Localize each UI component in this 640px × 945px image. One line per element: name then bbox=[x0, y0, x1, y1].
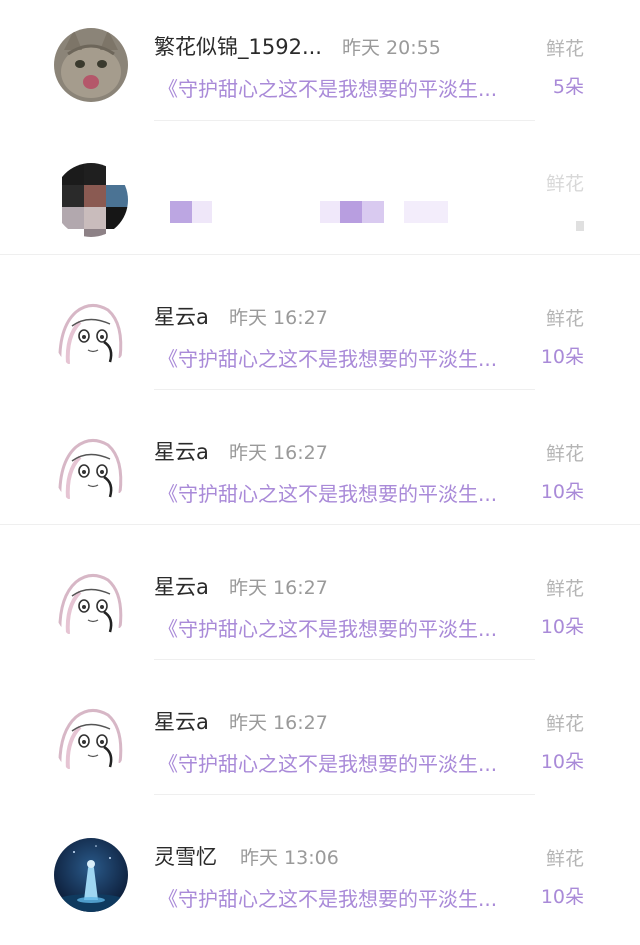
list-item[interactable]: 星云a 昨天 16:27 鲜花 《守护甜心之这不是我想要的平淡生... 10朵 bbox=[0, 540, 640, 675]
gift-count: 5朵 bbox=[552, 76, 584, 98]
timestamp: 昨天 13:06 bbox=[240, 847, 339, 869]
divider bbox=[154, 659, 535, 660]
list-item[interactable]: 星云a 昨天 16:27 鲜花 《守护甜心之这不是我想要的平淡生... 10朵 bbox=[0, 675, 640, 810]
sender-name: 星云a bbox=[154, 710, 209, 734]
pixelated-avatar-icon[interactable] bbox=[54, 163, 128, 237]
anime-girl-avatar-icon[interactable] bbox=[54, 298, 128, 372]
night-scene-avatar-icon[interactable] bbox=[54, 838, 128, 912]
gift-count: 10朵 bbox=[540, 481, 584, 503]
divider bbox=[0, 524, 640, 525]
list-item[interactable]: 星云a 昨天 16:27 鲜花 《守护甜心之这不是我想要的平淡生... 10朵 bbox=[0, 405, 640, 540]
gift-count: 10朵 bbox=[540, 346, 584, 368]
timestamp: 昨天 16:27 bbox=[229, 442, 328, 464]
anime-girl-avatar-icon[interactable] bbox=[54, 703, 128, 777]
gift-count: 10朵 bbox=[540, 751, 584, 773]
gift-record-list: 繁花似锦_1592... 昨天 20:55 鲜花 《守护甜心之这不是我想要的平淡… bbox=[0, 0, 640, 927]
gift-type: 鲜花 bbox=[545, 713, 584, 735]
list-item[interactable]: 灵雪忆 昨天 13:06 鲜花 《守护甜心之这不是我想要的平淡生... 10朵 bbox=[0, 810, 640, 945]
divider bbox=[154, 389, 535, 390]
anime-girl-avatar-icon[interactable] bbox=[54, 433, 128, 507]
divider bbox=[154, 794, 535, 795]
list-item[interactable]: 繁花似锦_1592... 昨天 20:55 鲜花 《守护甜心之这不是我想要的平淡… bbox=[0, 0, 640, 135]
timestamp: 昨天 16:27 bbox=[229, 712, 328, 734]
sender-name: 灵雪忆 bbox=[154, 845, 217, 869]
sender-name: 繁花似锦_1592... bbox=[154, 35, 322, 59]
gift-type: 鲜花 bbox=[545, 173, 584, 195]
gift-type: 鲜花 bbox=[545, 38, 584, 60]
list-item[interactable]: 鲜花 bbox=[0, 135, 640, 270]
divider bbox=[0, 254, 640, 255]
gift-type: 鲜花 bbox=[545, 443, 584, 465]
book-title-link[interactable]: 《守护甜心之这不是我想要的平淡生... bbox=[158, 748, 530, 777]
timestamp: 昨天 16:27 bbox=[229, 307, 328, 329]
book-title-link[interactable]: 《守护甜心之这不是我想要的平淡生... bbox=[158, 613, 530, 642]
gift-type: 鲜花 bbox=[545, 578, 584, 600]
book-title-link[interactable]: 《守护甜心之这不是我想要的平淡生... bbox=[158, 478, 530, 507]
cat-avatar-icon[interactable] bbox=[54, 28, 128, 102]
gift-count: 10朵 bbox=[540, 886, 584, 908]
sender-name: 星云a bbox=[154, 440, 209, 464]
gift-type: 鲜花 bbox=[545, 848, 584, 870]
book-title-link[interactable]: 《守护甜心之这不是我想要的平淡生... bbox=[158, 343, 530, 372]
timestamp: 昨天 20:55 bbox=[342, 37, 441, 59]
anime-girl-avatar-icon[interactable] bbox=[54, 568, 128, 642]
gift-type: 鲜花 bbox=[545, 308, 584, 330]
timestamp: 昨天 16:27 bbox=[229, 577, 328, 599]
sender-name: 星云a bbox=[154, 575, 209, 599]
book-title-link[interactable]: 《守护甜心之这不是我想要的平淡生... bbox=[158, 73, 530, 102]
gift-count: 10朵 bbox=[540, 616, 584, 638]
divider bbox=[154, 120, 535, 121]
book-title-link[interactable]: 《守护甜心之这不是我想要的平淡生... bbox=[158, 883, 530, 912]
sender-name: 星云a bbox=[154, 305, 209, 329]
list-item[interactable]: 星云a 昨天 16:27 鲜花 《守护甜心之这不是我想要的平淡生... 10朵 bbox=[0, 270, 640, 405]
